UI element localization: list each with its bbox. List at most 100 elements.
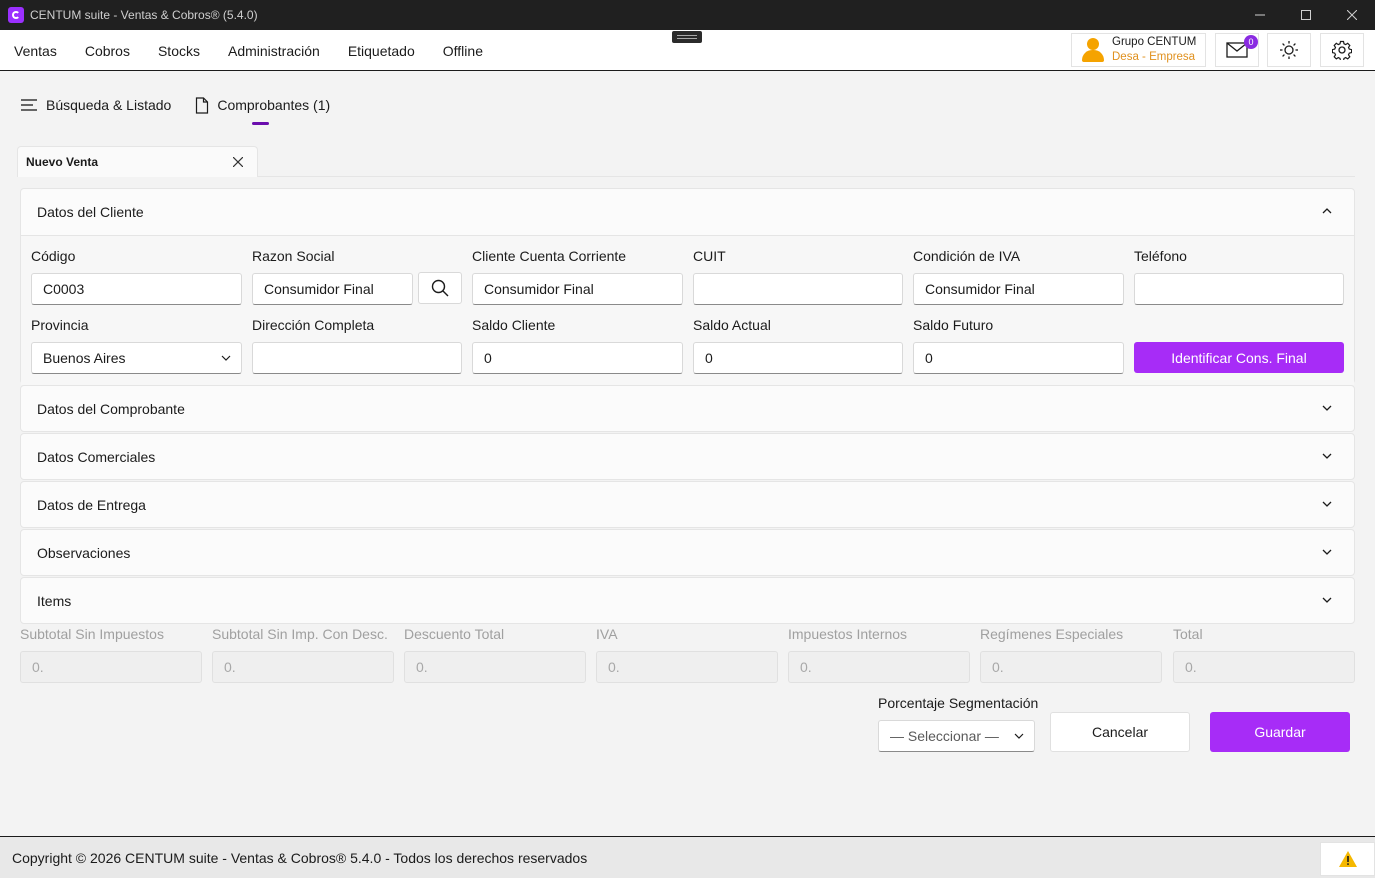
chevron-down-icon [1322, 549, 1332, 555]
theme-toggle-button[interactable] [1267, 33, 1311, 67]
impuestos-internos-field: 0. [788, 651, 970, 683]
segmentacion-value: — Seleccionar — [890, 728, 999, 744]
provincia-label: Provincia [31, 317, 89, 333]
close-tab-icon[interactable] [233, 157, 243, 167]
menu-offline[interactable]: Offline [429, 43, 497, 59]
saldo-futuro-label: Saldo Futuro [913, 317, 994, 333]
section-datos-comprobante: Datos del Comprobante [20, 385, 1355, 432]
telefono-input[interactable] [1134, 273, 1344, 305]
regimenes-especiales-label: Regímenes Especiales [980, 626, 1124, 642]
document-tab[interactable]: Nuevo Venta [17, 146, 258, 177]
title-bar: CENTUM suite - Ventas & Cobros® (5.4.0) [0, 0, 1375, 30]
cta-cte-label: Cliente Cuenta Corriente [472, 248, 627, 264]
drag-handle-icon[interactable] [672, 31, 702, 43]
search-client-button[interactable] [418, 272, 462, 304]
view-tabs: Búsqueda & Listado Comprobantes (1) [20, 92, 354, 118]
provincia-select[interactable]: Buenos Aires [31, 342, 242, 374]
section-header-entrega[interactable]: Datos de Entrega [21, 482, 1354, 528]
codigo-label: Código [31, 248, 76, 264]
settings-button[interactable] [1320, 33, 1364, 67]
cuit-label: CUIT [693, 248, 726, 264]
cta-cte-input[interactable]: Consumidor Final [472, 273, 683, 305]
maximize-icon[interactable] [1283, 0, 1329, 30]
tab-divider [258, 176, 1355, 177]
sun-icon [1280, 41, 1298, 59]
section-title-comprobante: Datos del Comprobante [37, 401, 185, 417]
section-header-cliente[interactable]: Datos del Cliente [21, 189, 1354, 235]
cuit-input[interactable] [693, 273, 903, 305]
provincia-value: Buenos Aires [43, 350, 126, 366]
descuento-total-label: Descuento Total [404, 626, 505, 642]
section-items: Items [20, 577, 1355, 624]
active-tab-indicator [252, 122, 269, 125]
direccion-input[interactable] [252, 342, 462, 374]
menu-cobros[interactable]: Cobros [71, 43, 144, 59]
codigo-input[interactable]: C0003 [31, 273, 242, 305]
iva-label: IVA [596, 626, 618, 642]
gear-icon [1332, 40, 1352, 60]
saldo-cliente-label: Saldo Cliente [472, 317, 556, 333]
close-icon[interactable] [1329, 0, 1375, 30]
document-icon [196, 96, 209, 114]
total-label: Total [1173, 626, 1203, 642]
subtotal-sin-impuestos-label: Subtotal Sin Impuestos [20, 626, 164, 642]
window-controls [1237, 0, 1375, 30]
status-bar: Copyright © 2026 CENTUM suite - Ventas &… [0, 836, 1375, 878]
section-header-observaciones[interactable]: Observaciones [21, 530, 1354, 576]
window-title: CENTUM suite - Ventas & Cobros® (5.4.0) [30, 8, 258, 22]
tab-comprobantes[interactable]: Comprobantes (1) [195, 96, 330, 114]
subtotal-con-desc-field: 0. [212, 651, 394, 683]
section-datos-entrega: Datos de Entrega [20, 481, 1355, 528]
section-title-items: Items [37, 593, 72, 609]
section-header-comerciales[interactable]: Datos Comerciales [21, 434, 1354, 480]
minimize-icon[interactable] [1237, 0, 1283, 30]
cancel-button[interactable]: Cancelar [1050, 712, 1190, 752]
tab-busqueda-listado[interactable]: Búsqueda & Listado [20, 97, 171, 113]
chevron-down-icon [1322, 597, 1332, 603]
section-header-items[interactable]: Items [21, 578, 1354, 624]
subtotal-sin-impuestos-field: 0. [20, 651, 202, 683]
menu-administracion[interactable]: Administración [214, 43, 334, 59]
saldo-actual-label: Saldo Actual [693, 317, 771, 333]
iva-field: 0. [596, 651, 778, 683]
copyright-text: Copyright © 2026 CENTUM suite - Ventas &… [12, 849, 588, 866]
section-body-cliente: Código Razon Social Cliente Cuenta Corri… [21, 235, 1354, 385]
regimenes-especiales-field: 0. [980, 651, 1162, 683]
menu-ventas[interactable]: Ventas [0, 43, 71, 59]
chevron-down-icon [1014, 733, 1024, 739]
menu-stocks[interactable]: Stocks [144, 43, 214, 59]
user-company: Desa - Empresa [1112, 51, 1196, 63]
telefono-label: Teléfono [1134, 248, 1187, 264]
section-header-comprobante[interactable]: Datos del Comprobante [21, 386, 1354, 432]
section-observaciones: Observaciones [20, 529, 1355, 576]
identificar-cons-final-button[interactable]: Identificar Cons. Final [1134, 342, 1344, 373]
section-title-observaciones: Observaciones [37, 545, 131, 561]
save-button[interactable]: Guardar [1210, 712, 1350, 752]
saldo-actual-input[interactable]: 0 [693, 342, 903, 374]
chevron-down-icon [221, 355, 231, 361]
section-datos-cliente: Datos del Cliente Código Razon Social Cl… [20, 188, 1355, 385]
warning-button[interactable] [1320, 842, 1375, 876]
warning-icon [1338, 851, 1357, 867]
chevron-down-icon [1322, 453, 1332, 459]
saldo-cliente-input[interactable]: 0 [472, 342, 683, 374]
segmentacion-select[interactable]: — Seleccionar — [878, 720, 1035, 752]
saldo-futuro-input[interactable]: 0 [913, 342, 1124, 374]
total-field: 0. [1173, 651, 1355, 683]
section-datos-comerciales: Datos Comerciales [20, 433, 1355, 480]
section-title-cliente: Datos del Cliente [37, 204, 144, 220]
document-tab-label: Nuevo Venta [26, 155, 99, 169]
section-title-entrega: Datos de Entrega [37, 497, 146, 513]
cond-iva-input[interactable]: Consumidor Final [913, 273, 1124, 305]
main-menu: Ventas Cobros Stocks Administración Etiq… [0, 30, 497, 71]
cond-iva-label: Condición de IVA [913, 248, 1021, 264]
menu-etiquetado[interactable]: Etiquetado [334, 43, 429, 59]
mail-button[interactable]: 0 [1215, 33, 1259, 67]
user-profile-button[interactable]: Grupo CENTUM Desa - Empresa [1071, 33, 1206, 67]
razon-social-input[interactable]: Consumidor Final [252, 273, 413, 305]
segmentacion-label: Porcentaje Segmentación [878, 695, 1039, 711]
impuestos-internos-label: Impuestos Internos [788, 626, 908, 642]
direccion-label: Dirección Completa [252, 317, 375, 333]
chevron-down-icon [1322, 405, 1332, 411]
user-avatar-icon [1082, 38, 1104, 62]
